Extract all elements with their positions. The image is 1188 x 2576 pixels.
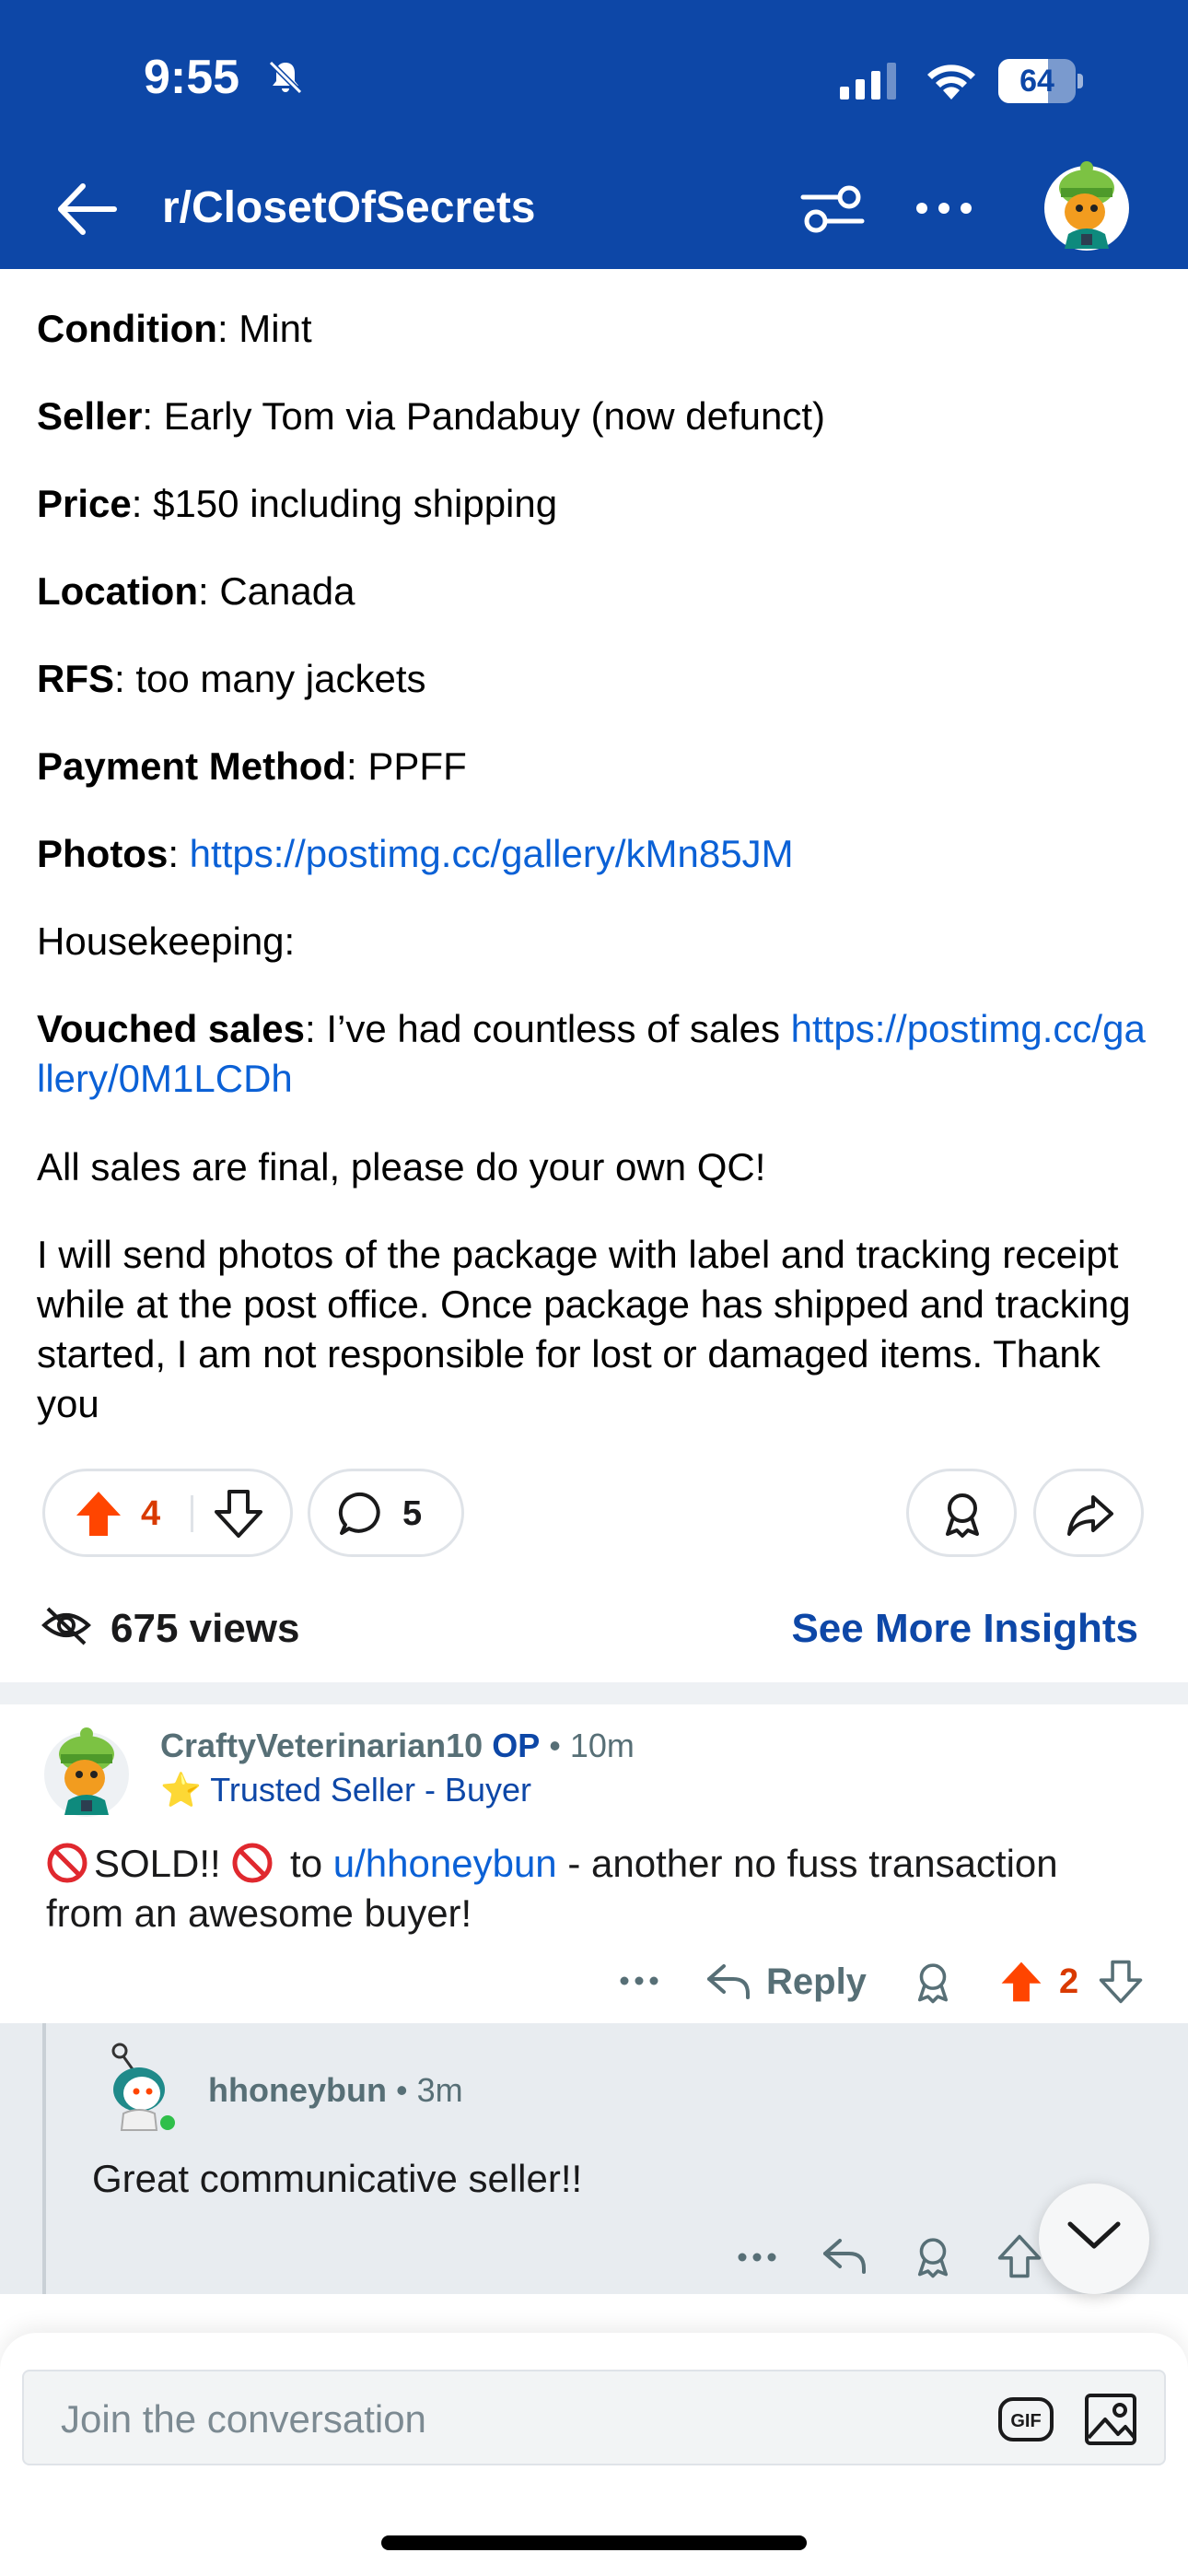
gif-icon[interactable]: GIF <box>996 2394 1055 2445</box>
post-field-photos: Photos: https://postimg.cc/gallery/kMn85… <box>37 832 794 875</box>
image-icon[interactable] <box>1081 2390 1140 2449</box>
views-row: 675 views See More Insights <box>0 1568 1188 1682</box>
post-field-seller: Seller: Early Tom via Pandabuy (now defu… <box>37 394 826 438</box>
post-field-price: Price: $150 including shipping <box>37 482 558 525</box>
prohibited-icon <box>232 1843 273 1883</box>
post-field-rfs: RFS: too many jackets <box>37 657 426 700</box>
nested-comment: hhoneybun • 3m Great communicative selle… <box>0 2023 1188 2294</box>
upvote-count: 4 <box>141 1494 161 1533</box>
comment-dot: • <box>386 2071 417 2109</box>
avatar[interactable] <box>1041 157 1133 252</box>
comment-avatar[interactable] <box>98 2042 181 2134</box>
downvote-icon[interactable] <box>213 1488 264 1540</box>
more-icon[interactable] <box>619 1972 659 1990</box>
comment-input[interactable]: Join the conversation GIF <box>22 2370 1166 2465</box>
post-field-condition: Condition: Mint <box>37 307 312 350</box>
home-indicator <box>381 2535 807 2550</box>
wifi-icon <box>927 64 975 100</box>
comment-text: Great communicative seller!! <box>92 2157 583 2200</box>
views-icon <box>41 1607 91 1645</box>
signal-icon <box>840 63 896 100</box>
comment-count: 5 <box>402 1494 423 1533</box>
section-divider <box>0 1682 1188 1704</box>
flair-text: Trusted Seller - Buyer <box>210 1771 531 1809</box>
comment-input-placeholder: Join the conversation <box>61 2397 426 2441</box>
share-button[interactable] <box>1033 1469 1144 1557</box>
award-button[interactable] <box>906 1469 1017 1557</box>
vote-control: 4 <box>42 1469 293 1557</box>
battery-level: 64 <box>1019 64 1054 99</box>
comment-username[interactable]: hhoneybun <box>208 2071 387 2109</box>
comment-username[interactable]: CraftyVeterinarian10 <box>160 1727 483 1764</box>
photos-link[interactable]: https://postimg.cc/gallery/kMn85JM <box>190 832 794 875</box>
back-arrow-icon[interactable] <box>55 177 120 241</box>
svg-text:GIF: GIF <box>1010 2411 1041 2431</box>
bell-off-icon <box>268 60 303 95</box>
op-badge: OP <box>492 1727 541 1764</box>
app-header: 9:55 64 r/ClosetOfSecrets <box>0 0 1188 269</box>
post-shipping-text: I will send photos of the package with l… <box>37 1233 1131 1425</box>
award-icon[interactable] <box>910 2233 956 2279</box>
reply-icon[interactable] <box>705 1961 751 2001</box>
battery-icon: 64 <box>998 59 1083 103</box>
comment-dot: • <box>549 1727 570 1764</box>
comment-text: SOLD!! to u/hhoneybun - another no fuss … <box>46 1842 1058 1935</box>
upvote-icon[interactable] <box>73 1488 124 1540</box>
reply-icon[interactable] <box>821 2235 868 2276</box>
post-final-text: All sales are final, please do your own … <box>37 1145 766 1188</box>
views-count: 675 views <box>111 1606 300 1651</box>
award-icon <box>946 1493 979 1538</box>
prohibited-icon <box>47 1843 87 1883</box>
award-icon[interactable] <box>910 1959 956 2005</box>
comment-author-line: hhoneybun • 3m <box>208 2069 463 2112</box>
collapse-button[interactable] <box>1039 2184 1149 2294</box>
user-flair: ⭐ Trusted Seller - Buyer <box>160 1769 531 1811</box>
comment-actions: Reply 2 <box>0 1948 1188 2014</box>
reply-button[interactable]: Reply <box>766 1959 867 2005</box>
comment-avatar[interactable] <box>41 1723 133 1819</box>
filter-icon[interactable] <box>799 179 866 240</box>
comment-author-line: CraftyVeterinarian10 OP • 10m <box>160 1725 635 1767</box>
star-icon: ⭐ <box>160 1771 202 1809</box>
more-icon[interactable] <box>737 2248 777 2266</box>
thread-line[interactable] <box>42 2023 46 2294</box>
comments-button[interactable]: 5 <box>308 1469 464 1557</box>
post-field-location: Location: Canada <box>37 569 355 613</box>
comment-time: 3m <box>416 2071 463 2109</box>
comment-icon <box>338 1492 380 1535</box>
downvote-icon[interactable] <box>1098 1959 1144 2005</box>
chevron-down-icon <box>1067 2221 1121 2249</box>
subreddit-title[interactable]: r/ClosetOfSecrets <box>162 182 536 233</box>
post-housekeeping: Housekeeping: <box>37 919 296 963</box>
post-field-vouched: Vouched sales: I’ve had countless of sal… <box>37 1007 1146 1100</box>
status-time: 9:55 <box>144 51 240 104</box>
vote-divider <box>191 1495 193 1532</box>
comment-score: 2 <box>1059 1962 1079 2001</box>
upvote-icon[interactable] <box>996 2233 1042 2279</box>
user-mention-link[interactable]: u/hhoneybun <box>333 1842 557 1885</box>
more-icon[interactable] <box>914 181 974 236</box>
see-more-insights-link[interactable]: See More Insights <box>791 1605 1138 1653</box>
share-icon <box>1067 1495 1113 1536</box>
comment-time: 10m <box>569 1727 635 1764</box>
post-field-payment: Payment Method: PPFF <box>37 744 467 788</box>
upvote-icon[interactable] <box>998 1959 1044 2005</box>
